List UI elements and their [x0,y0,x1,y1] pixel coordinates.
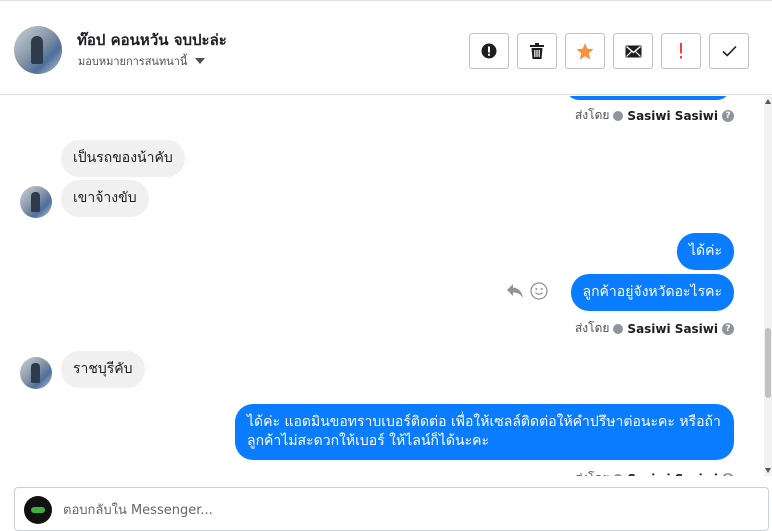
delete-button[interactable] [517,33,557,69]
checkmark-icon [721,45,737,57]
sent-by-row: ส่งโดย Sasiwi Sasiwi ? [575,106,734,125]
sent-by-label: ส่งโดย [574,108,610,122]
message-hover-tools [506,282,548,300]
incoming-message[interactable]: ราชบุรีคับ [61,351,145,388]
outgoing-message[interactable]: ได้ค่ะ แอดมินขอทราบเบอร์ติดต่อ เพื่อให้เ… [235,404,734,460]
assign-label: มอบหมายการสนทนานี้ [78,55,188,68]
envelope-icon [625,45,641,57]
spam-alert-button[interactable] [469,33,509,69]
sender-name[interactable]: Sasiwi Sasiwi [627,109,718,123]
scroll-up-arrow-icon[interactable] [765,99,771,104]
help-icon[interactable]: ? [722,109,734,122]
sent-by-label: ส่งโดย [574,321,610,335]
conversation-header: ท๊อป คอนหวัน จบปะล่ะ มอบหมายการสนทนานี้ [0,0,772,95]
sender-name[interactable]: Sasiwi Sasiwi [627,322,718,336]
thread-scrollbar[interactable] [764,96,772,476]
customer-avatar-small[interactable] [20,186,52,218]
outgoing-message[interactable]: ได้ค่ะ [676,233,734,270]
sent-by-row: ส่งโดย Sasiwi Sasiwi ? [575,469,734,476]
sent-by-label: ส่งโดย [575,469,609,476]
outgoing-message[interactable]: ลูกค้าอยู่จังหวัดอะไรคะ [570,274,734,311]
reply-icon[interactable] [506,283,524,299]
sender-name[interactable]: Sasiwi Sasiwi [627,472,718,477]
customer-avatar[interactable] [14,26,62,74]
customer-avatar-small[interactable] [20,357,52,389]
done-button[interactable] [709,33,749,69]
mark-unread-button[interactable] [613,33,653,69]
star-icon [576,42,594,59]
sent-by-row: ส่งโดย Sasiwi Sasiwi ? [575,319,734,338]
exclamation-circle-icon [481,43,497,59]
trash-icon [530,43,544,59]
exclamation-icon [680,43,682,59]
incoming-message[interactable]: เขาจ้างขับ [61,180,149,217]
star-button[interactable] [565,33,605,69]
previous-outgoing-bubble [566,96,730,100]
message-thread[interactable]: ส่งโดย Sasiwi Sasiwi ? เป็นรถของน้าคับ เ… [0,96,764,476]
page-avatar [24,496,52,524]
customer-name[interactable]: ท๊อป คอนหวัน จบปะล่ะ [77,28,227,52]
sender-status-icon [613,110,624,121]
assign-conversation-dropdown[interactable]: มอบหมายการสนทนานี้ [78,52,206,70]
help-icon[interactable]: ? [722,322,734,335]
caret-down-icon [195,58,206,64]
reply-composer [14,487,769,531]
sender-status-icon [613,473,624,476]
follow-up-button[interactable] [661,33,701,69]
scroll-down-arrow-icon[interactable] [765,468,771,473]
sender-status-icon [613,323,624,334]
emoji-icon[interactable] [530,282,548,300]
reply-input[interactable] [63,499,743,521]
conversation-actions [469,33,749,69]
incoming-message[interactable]: เป็นรถของน้าคับ [61,140,185,177]
help-icon[interactable]: ? [722,472,734,476]
scrollbar-thumb[interactable] [765,328,771,398]
